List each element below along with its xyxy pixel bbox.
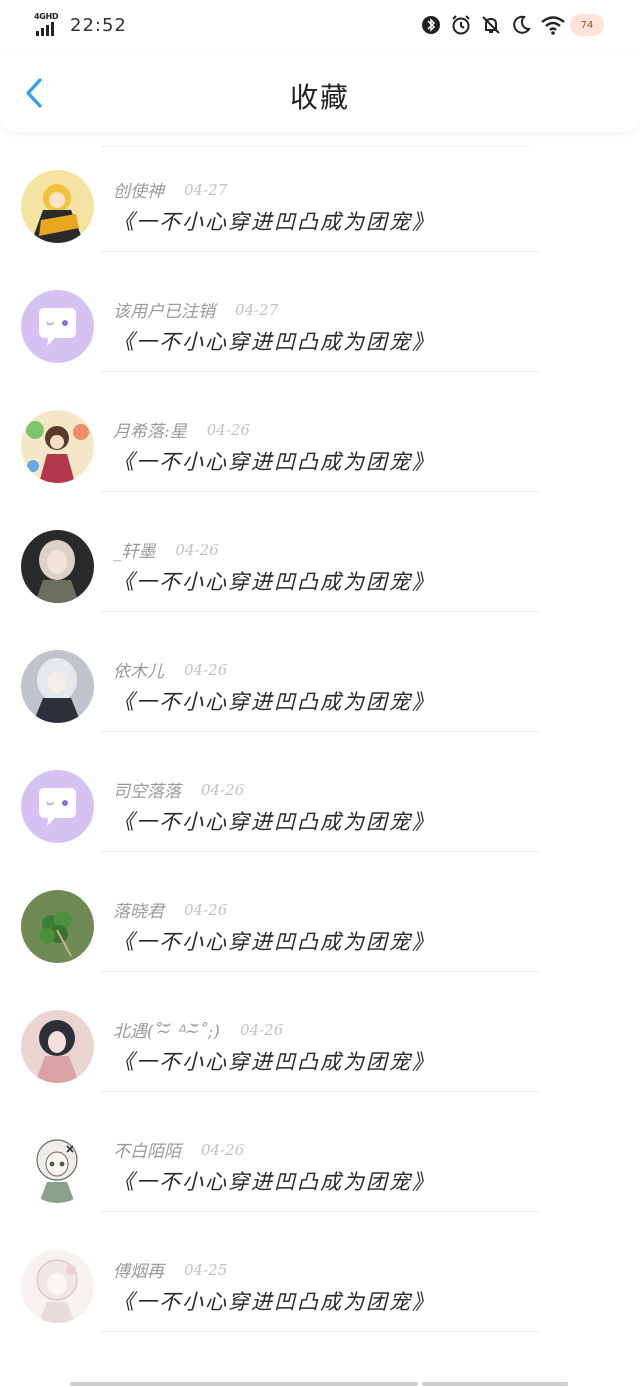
item-meta: 创使神 04-27 xyxy=(113,177,228,203)
list-item[interactable]: 北遇(˚‾̴᷄ ᐞ ‾̴᷅˚;) 04-26 《一不小心穿进凹凸成为团宠》 xyxy=(0,972,640,1092)
item-meta: 北遇(˚‾̴᷄ ᐞ ‾̴᷅˚;) 04-26 xyxy=(113,1017,284,1043)
screen: 4GHD 22:52 74 收藏 创使神 04-27 《一不小心穿进凹凸成为团宠… xyxy=(0,0,640,1387)
item-meta: 傅烟再 04-25 xyxy=(113,1257,228,1283)
list-item[interactable]: 不白陌陌 04-26 《一不小心穿进凹凸成为团宠》 xyxy=(0,1092,640,1212)
book-title[interactable]: 《一不小心穿进凹凸成为团宠》 xyxy=(113,926,435,956)
date-label: 04-26 xyxy=(240,1020,284,1039)
book-title[interactable]: 《一不小心穿进凹凸成为团宠》 xyxy=(113,1046,435,1076)
list-item[interactable]: 创使神 04-27 《一不小心穿进凹凸成为团宠》 xyxy=(0,132,640,252)
item-meta: 该用户已注销 04-27 xyxy=(113,297,279,323)
user-avatar[interactable] xyxy=(21,1250,94,1323)
book-title[interactable]: 《一不小心穿进凹凸成为团宠》 xyxy=(113,806,435,836)
nav-header: 收藏 xyxy=(0,50,640,132)
item-meta: 依木儿 04-26 xyxy=(113,657,228,683)
moon-icon xyxy=(510,14,532,36)
username[interactable]: 傅烟再 xyxy=(113,1257,164,1282)
item-meta: 司空落落 04-26 xyxy=(113,777,245,803)
book-title[interactable]: 《一不小心穿进凹凸成为团宠》 xyxy=(113,446,435,476)
wifi-icon xyxy=(540,14,565,36)
book-title[interactable]: 《一不小心穿进凹凸成为团宠》 xyxy=(113,566,435,596)
date-label: 04-26 xyxy=(206,420,250,439)
book-title[interactable]: 《一不小心穿进凹凸成为团宠》 xyxy=(113,1166,435,1196)
username[interactable]: _轩墨 xyxy=(113,537,156,562)
default-avatar-icon xyxy=(21,290,94,363)
mute-icon xyxy=(480,14,502,36)
book-title[interactable]: 《一不小心穿进凹凸成为团宠》 xyxy=(113,326,435,356)
date-label: 04-27 xyxy=(235,300,279,319)
date-label: 04-26 xyxy=(184,900,228,919)
user-avatar[interactable] xyxy=(21,1130,94,1203)
user-avatar[interactable] xyxy=(21,770,94,843)
date-label: 04-26 xyxy=(201,1140,245,1159)
clock: 22:52 xyxy=(70,14,127,36)
username[interactable]: 月希落:星 xyxy=(113,417,187,442)
list-item[interactable]: 司空落落 04-26 《一不小心穿进凹凸成为团宠》 xyxy=(0,732,640,852)
username[interactable]: 北遇(˚‾̴᷄ ᐞ ‾̴᷅˚;) xyxy=(113,1017,220,1042)
user-avatar[interactable] xyxy=(21,530,94,603)
status-bar: 4GHD 22:52 74 xyxy=(0,0,640,50)
username[interactable]: 落晓君 xyxy=(113,897,164,922)
list-item[interactable]: _轩墨 04-26 《一不小心穿进凹凸成为团宠》 xyxy=(0,492,640,612)
book-title[interactable]: 《一不小心穿进凹凸成为团宠》 xyxy=(113,1286,435,1316)
book-title[interactable]: 《一不小心穿进凹凸成为团宠》 xyxy=(113,206,435,236)
status-right: 74 xyxy=(420,14,604,36)
username[interactable]: 该用户已注销 xyxy=(113,297,215,322)
item-meta: _轩墨 04-26 xyxy=(113,537,219,563)
page-title: 收藏 xyxy=(289,81,350,114)
date-label: 04-26 xyxy=(201,780,245,799)
date-label: 04-26 xyxy=(175,540,219,559)
network-label: 4GHD xyxy=(34,12,59,21)
list-item[interactable]: 依木儿 04-26 《一不小心穿进凹凸成为团宠》 xyxy=(0,612,640,732)
list-item[interactable]: 落晓君 04-26 《一不小心穿进凹凸成为团宠》 xyxy=(0,852,640,972)
username[interactable]: 创使神 xyxy=(113,177,164,202)
user-avatar[interactable] xyxy=(21,650,94,723)
default-avatar-icon xyxy=(21,770,94,843)
list-item[interactable]: 该用户已注销 04-27 《一不小心穿进凹凸成为团宠》 xyxy=(0,252,640,372)
battery-badge: 74 xyxy=(570,14,604,36)
user-avatar[interactable] xyxy=(21,890,94,963)
book-title[interactable]: 《一不小心穿进凹凸成为团宠》 xyxy=(113,686,435,716)
item-meta: 月希落:星 04-26 xyxy=(113,417,250,443)
item-meta: 不白陌陌 04-26 xyxy=(113,1137,245,1163)
username[interactable]: 不白陌陌 xyxy=(113,1137,181,1162)
user-avatar[interactable] xyxy=(21,170,94,243)
list-item[interactable]: 月希落:星 04-26 《一不小心穿进凹凸成为团宠》 xyxy=(0,372,640,492)
user-avatar[interactable] xyxy=(21,410,94,483)
divider xyxy=(100,1331,540,1332)
date-label: 04-26 xyxy=(184,660,228,679)
bluetooth-icon xyxy=(420,14,442,36)
user-avatar[interactable] xyxy=(21,290,94,363)
username[interactable]: 依木儿 xyxy=(113,657,164,682)
status-left: 4GHD 22:52 xyxy=(34,12,127,36)
home-indicator xyxy=(70,1382,570,1386)
signal-icon: 4GHD xyxy=(34,12,62,36)
item-meta: 落晓君 04-26 xyxy=(113,897,228,923)
date-label: 04-25 xyxy=(184,1260,228,1279)
alarm-icon xyxy=(450,14,472,36)
date-label: 04-27 xyxy=(184,180,228,199)
list-item[interactable]: 傅烟再 04-25 《一不小心穿进凹凸成为团宠》 xyxy=(0,1212,640,1332)
user-avatar[interactable] xyxy=(21,1010,94,1083)
username[interactable]: 司空落落 xyxy=(113,777,181,802)
